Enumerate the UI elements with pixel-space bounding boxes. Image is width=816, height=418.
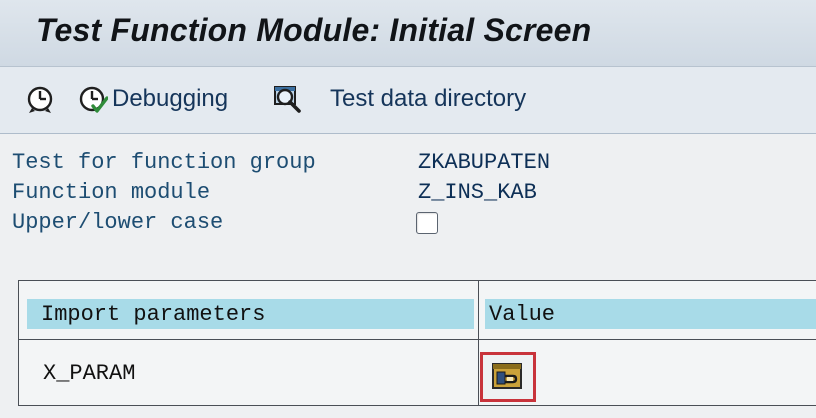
sap-window: Test Function Module: Initial Screen Deb… [0, 0, 816, 418]
param-name-x-param: X_PARAM [43, 361, 136, 386]
edit-structure-button[interactable] [480, 352, 536, 402]
import-parameters-table: Import parameters Value X_PARAM [18, 280, 816, 406]
title-bar: Test Function Module: Initial Screen [0, 0, 816, 67]
debugging-label: Debugging [112, 85, 229, 112]
function-group-value: ZKABUPATEN [418, 150, 551, 175]
clock-execute-icon [27, 86, 53, 113]
clock-check-icon [79, 86, 108, 113]
upper-lower-case-checkbox[interactable] [416, 212, 438, 234]
value-header: Value [485, 299, 816, 329]
execute-button[interactable] [26, 79, 56, 119]
upper-lower-case-label: Upper/lower case [12, 210, 224, 235]
structure-edit-icon [492, 363, 522, 389]
import-parameters-header: Import parameters [27, 299, 474, 329]
function-group-label: Test for function group [12, 150, 316, 175]
function-module-label: Function module [12, 180, 211, 205]
debugging-button[interactable]: Debugging [78, 79, 228, 119]
value-header-label: Value [489, 301, 556, 327]
page-title: Test Function Module: Initial Screen [36, 12, 592, 48]
column-divider [478, 281, 479, 405]
test-data-directory-label: Test data directory [330, 85, 527, 112]
application-toolbar: Debugging Test data directory [0, 67, 816, 134]
row-divider [19, 339, 816, 340]
test-data-directory-button[interactable]: Test data directory [272, 79, 526, 119]
magnifier-screen-icon [274, 86, 301, 113]
import-parameters-header-label: Import parameters [41, 301, 266, 327]
function-module-value: Z_INS_KAB [418, 180, 537, 205]
